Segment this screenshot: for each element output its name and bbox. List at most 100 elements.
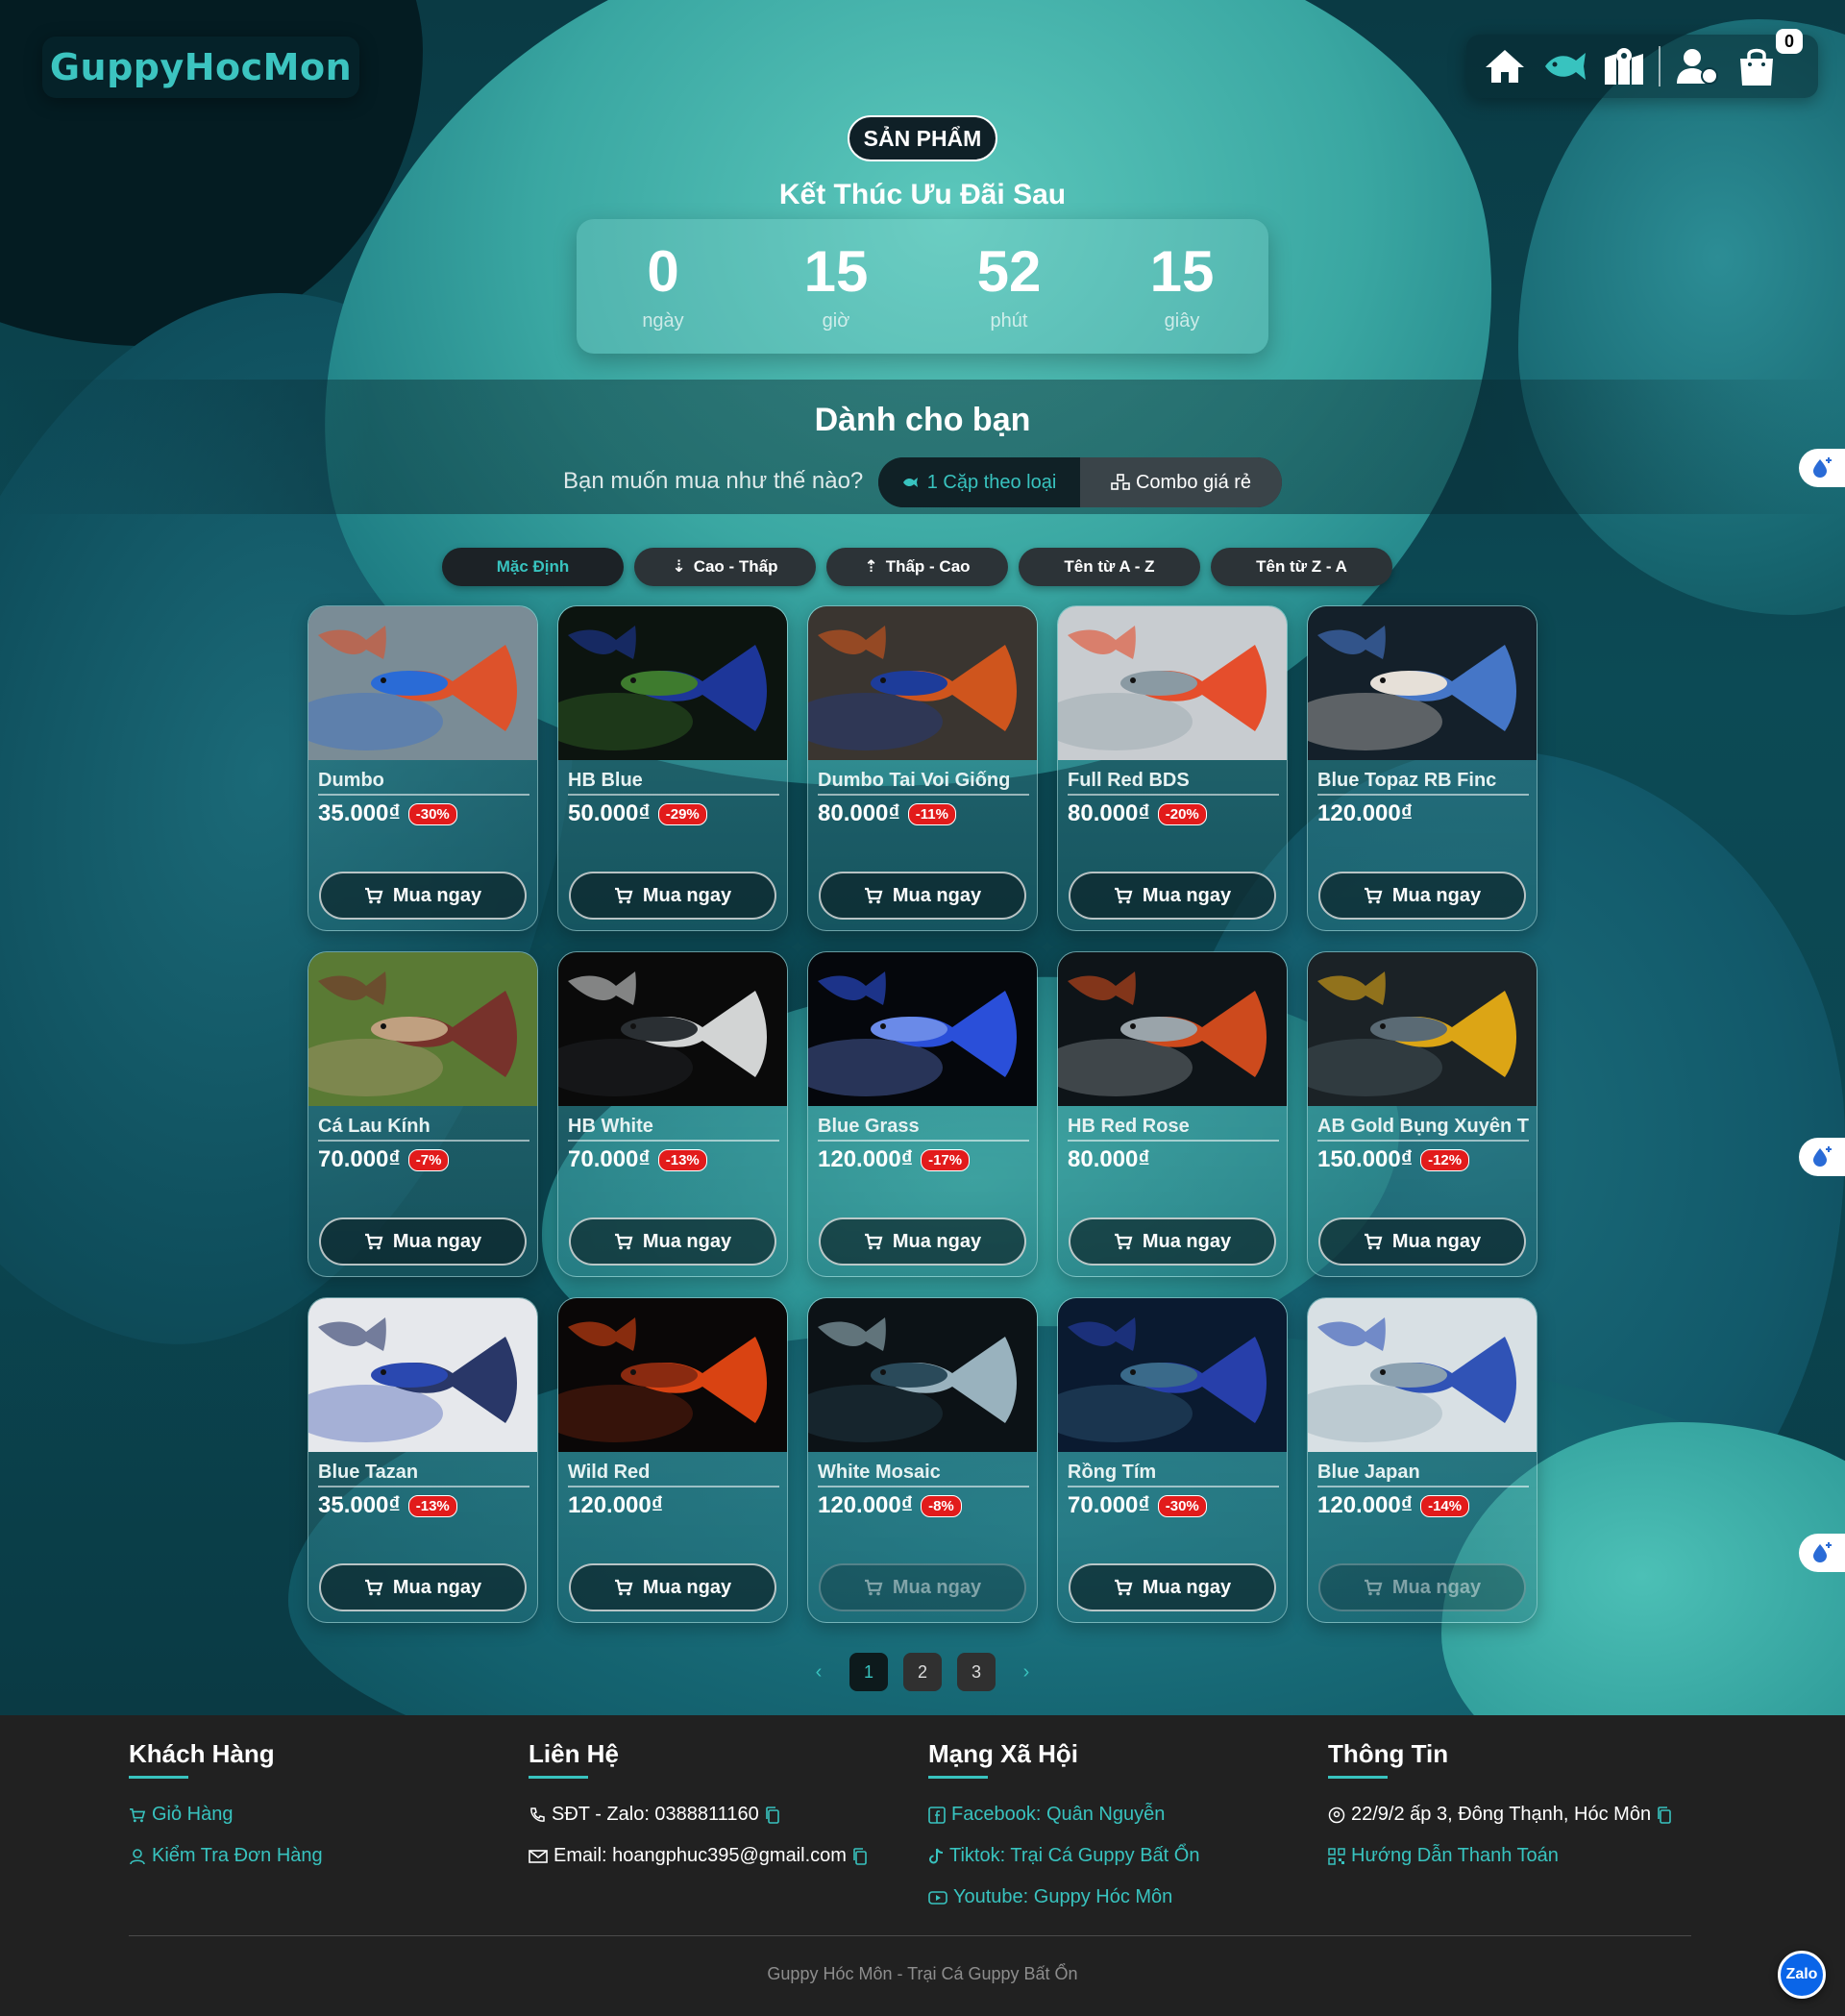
- product-image[interactable]: [1308, 1298, 1538, 1452]
- product-card[interactable]: Blue Grass 120.000₫ -17% Mua ngay: [807, 951, 1038, 1277]
- buy-now-button[interactable]: Mua ngay: [1069, 1217, 1276, 1266]
- zalo-chat-button[interactable]: Zalo: [1778, 1951, 1826, 1999]
- product-card[interactable]: Dumbo 35.000₫ -30% Mua ngay: [308, 605, 538, 931]
- product-price-row: 35.000₫ -30%: [318, 800, 457, 827]
- product-name[interactable]: Blue Japan: [1317, 1462, 1529, 1487]
- site-logo[interactable]: GuppyHocMon: [42, 37, 359, 98]
- floating-drop-button[interactable]: [1799, 1534, 1845, 1572]
- sort-name-az-button[interactable]: Tên từ A - Z: [1019, 548, 1200, 586]
- product-image[interactable]: [308, 606, 538, 760]
- copy-icon[interactable]: [765, 1806, 780, 1824]
- shopping-bag-icon[interactable]: [1732, 41, 1782, 91]
- page-3-button[interactable]: 3: [957, 1653, 996, 1691]
- product-card[interactable]: Rồng Tím 70.000₫ -30% Mua ngay: [1057, 1297, 1288, 1623]
- buy-now-button[interactable]: Mua ngay: [319, 1563, 527, 1611]
- sort-price-asc-button[interactable]: ⇡ Thấp - Cao: [826, 548, 1008, 586]
- footer-link[interactable]: Giỏ Hàng: [129, 1794, 323, 1835]
- product-card[interactable]: AB Gold Bụng Xuyên Tl 150.000₫ -12% Mua …: [1307, 951, 1538, 1277]
- product-card[interactable]: Blue Japan 120.000₫ -14% Mua ngay: [1307, 1297, 1538, 1623]
- buy-now-button[interactable]: Mua ngay: [819, 1217, 1026, 1266]
- product-image[interactable]: [808, 606, 1038, 760]
- product-name[interactable]: Cá Lau Kính: [318, 1116, 529, 1142]
- product-name[interactable]: Dumbo Tai Voi Giống: [818, 770, 1029, 796]
- section-title: SẢN PHẨM: [848, 115, 997, 161]
- product-card[interactable]: Full Red BDS 80.000₫ -20% Mua ngay: [1057, 605, 1288, 931]
- sort-label: Tên từ A - Z: [1064, 557, 1155, 576]
- footer-link[interactable]: Facebook: Quân Nguyễn: [928, 1794, 1199, 1835]
- product-name[interactable]: Blue Topaz RB Finc: [1317, 770, 1529, 796]
- product-image[interactable]: [1308, 952, 1538, 1106]
- buy-now-button[interactable]: Mua ngay: [1318, 872, 1526, 920]
- product-name[interactable]: Full Red BDS: [1068, 770, 1279, 796]
- map-icon[interactable]: [1599, 41, 1649, 91]
- buy-now-button[interactable]: Mua ngay: [1069, 1563, 1276, 1611]
- copy-icon[interactable]: [1657, 1806, 1672, 1824]
- product-name[interactable]: Blue Grass: [818, 1116, 1029, 1142]
- buy-now-button[interactable]: Mua ngay: [819, 872, 1026, 920]
- buy-now-button[interactable]: Mua ngay: [1318, 1217, 1526, 1266]
- product-card[interactable]: HB Blue 50.000₫ -29% Mua ngay: [557, 605, 788, 931]
- buy-now-button[interactable]: Mua ngay: [1069, 872, 1276, 920]
- product-card[interactable]: White Mosaic 120.000₫ -8% Mua ngay: [807, 1297, 1038, 1623]
- buy-now-button[interactable]: Mua ngay: [569, 1563, 776, 1611]
- buy-now-button[interactable]: Mua ngay: [1318, 1563, 1526, 1611]
- next-page-button[interactable]: ›: [1011, 1653, 1042, 1691]
- floating-drop-button[interactable]: [1799, 1138, 1845, 1176]
- product-card[interactable]: Wild Red 120.000₫ Mua ngay: [557, 1297, 788, 1623]
- product-name[interactable]: White Mosaic: [818, 1462, 1029, 1487]
- product-image[interactable]: [1058, 606, 1288, 760]
- buy-now-button[interactable]: Mua ngay: [319, 872, 527, 920]
- sort-name-za-button[interactable]: Tên từ Z - A: [1211, 548, 1392, 586]
- product-name[interactable]: Wild Red: [568, 1462, 779, 1487]
- product-card[interactable]: Cá Lau Kính 70.000₫ -7% Mua ngay: [308, 951, 538, 1277]
- product-image[interactable]: [308, 1298, 538, 1452]
- buy-now-button[interactable]: Mua ngay: [319, 1217, 527, 1266]
- countdown-value: 15: [1149, 238, 1215, 304]
- product-card[interactable]: HB Red Rose 80.000₫ Mua ngay: [1057, 951, 1288, 1277]
- footer-link[interactable]: Kiểm Tra Đơn Hàng: [129, 1835, 323, 1877]
- buy-now-button[interactable]: Mua ngay: [569, 1217, 776, 1266]
- product-image[interactable]: [1308, 606, 1538, 760]
- prev-page-button[interactable]: ‹: [803, 1653, 834, 1691]
- sort-label: Thấp - Cao: [885, 557, 971, 576]
- product-image[interactable]: [308, 952, 538, 1106]
- product-name[interactable]: AB Gold Bụng Xuyên Tl: [1317, 1116, 1529, 1142]
- floating-drop-button[interactable]: [1799, 449, 1845, 487]
- footer-link[interactable]: Email: hoangphuc395@gmail.com: [529, 1835, 868, 1877]
- product-name[interactable]: Rồng Tím: [1068, 1462, 1279, 1487]
- product-name[interactable]: Blue Tazan: [318, 1462, 529, 1487]
- product-card[interactable]: HB White 70.000₫ -13% Mua ngay: [557, 951, 788, 1277]
- page-2-button[interactable]: 2: [903, 1653, 942, 1691]
- product-image[interactable]: [1058, 1298, 1288, 1452]
- product-image[interactable]: [558, 952, 788, 1106]
- buy-mode-combo[interactable]: Combo giá rẻ: [1080, 457, 1282, 507]
- user-icon[interactable]: [1672, 41, 1722, 91]
- footer-link[interactable]: Tiktok: Trại Cá Guppy Bất Ổn: [928, 1835, 1199, 1877]
- product-image[interactable]: [558, 606, 788, 760]
- product-image[interactable]: [808, 1298, 1038, 1452]
- product-name[interactable]: HB Blue: [568, 770, 779, 796]
- buy-mode-pair[interactable]: 1 Cặp theo loại: [878, 457, 1080, 507]
- product-image[interactable]: [558, 1298, 788, 1452]
- copy-icon[interactable]: [852, 1847, 868, 1865]
- home-icon[interactable]: [1480, 41, 1530, 91]
- footer-link[interactable]: Youtube: Guppy Hóc Môn: [928, 1877, 1199, 1918]
- footer-link[interactable]: Hướng Dẫn Thanh Toán: [1328, 1835, 1672, 1877]
- discount-badge: -17%: [921, 1148, 971, 1171]
- footer-link[interactable]: 22/9/2 ấp 3, Đông Thạnh, Hóc Môn: [1328, 1794, 1672, 1835]
- page-1-button[interactable]: 1: [849, 1653, 888, 1691]
- product-card[interactable]: Blue Tazan 35.000₫ -13% Mua ngay: [308, 1297, 538, 1623]
- buy-now-button[interactable]: Mua ngay: [819, 1563, 1026, 1611]
- footer-link[interactable]: SĐT - Zalo: 0388811160: [529, 1794, 868, 1835]
- product-image[interactable]: [808, 952, 1038, 1106]
- product-name[interactable]: HB White: [568, 1116, 779, 1142]
- fish-icon[interactable]: [1539, 41, 1589, 91]
- product-name[interactable]: Dumbo: [318, 770, 529, 796]
- buy-now-button[interactable]: Mua ngay: [569, 872, 776, 920]
- product-name[interactable]: HB Red Rose: [1068, 1116, 1279, 1142]
- product-card[interactable]: Dumbo Tai Voi Giống 80.000₫ -11% Mua nga…: [807, 605, 1038, 931]
- product-card[interactable]: Blue Topaz RB Finc 120.000₫ Mua ngay: [1307, 605, 1538, 931]
- sort-default-button[interactable]: Mặc Định: [442, 548, 624, 586]
- product-image[interactable]: [1058, 952, 1288, 1106]
- sort-price-desc-button[interactable]: ⇣ Cao - Thấp: [634, 548, 816, 586]
